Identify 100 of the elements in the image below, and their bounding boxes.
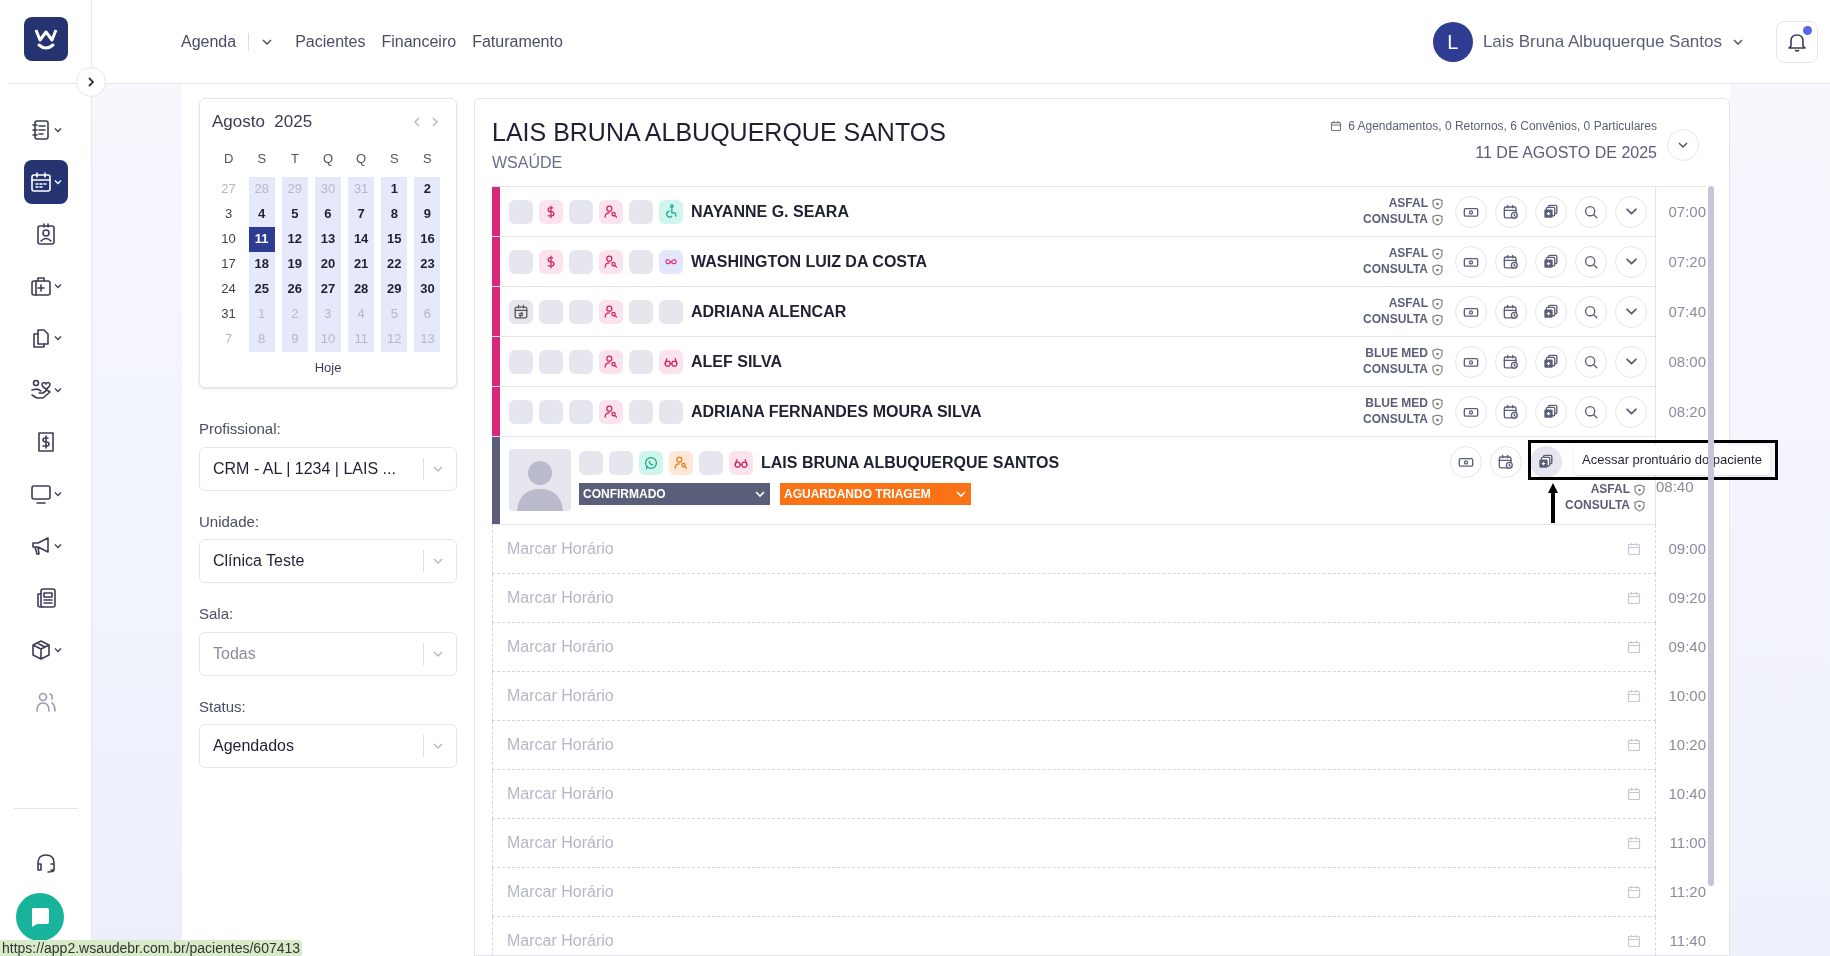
search-button[interactable] [1575,295,1607,328]
chevron-down-icon [1625,408,1637,415]
calendar-day[interactable]: 1 [381,176,408,202]
schedule-title: LAIS BRUNA ALBUQUERQUE SANTOS [492,117,946,147]
search-button[interactable] [1575,395,1607,428]
calendar-day[interactable]: 12 [281,226,308,252]
calendar-day[interactable]: 30 [414,276,441,302]
calendar-day[interactable]: 3 [215,201,242,227]
payment-button[interactable] [1455,345,1487,378]
insurance-label: ASFAL [1388,196,1428,211]
expand-button[interactable] [1615,245,1647,278]
calendar-day[interactable]: 8 [381,201,408,227]
nav-link[interactable]: Financeiro [381,29,457,54]
calendar-day[interactable]: 28 [348,276,375,302]
nav-link[interactable]: Agenda [181,29,237,54]
calendar-day[interactable]: 24 [215,276,242,302]
today-button[interactable]: Hoje [314,357,342,377]
medical-record-button[interactable] [1535,295,1567,328]
patient-name[interactable]: NAYANNE G. SEARA [691,199,1364,224]
medical-record-button[interactable] [1535,245,1567,278]
select-field[interactable]: Clínica Teste [199,539,457,583]
appointment-row[interactable]: ADRIANA FERNANDES MOURA SILVA BLUE MED CONSULTA [492,387,1656,437]
notification-button[interactable] [1776,20,1818,63]
calendar-day[interactable]: 4 [248,201,275,227]
patient-name[interactable]: ADRIANA FERNANDES MOURA SILVA [691,399,1364,424]
chat-button[interactable] [16,893,64,941]
appointment-row[interactable]: WASHINGTON LUIZ DA COSTA ASFAL CONSULTA [492,237,1656,287]
weekday-label: D [222,149,235,168]
search-button[interactable] [1575,345,1607,378]
calendar-day[interactable]: 18 [248,251,275,277]
payment-button[interactable] [1455,295,1487,328]
calendar-day[interactable]: 31 [215,301,242,327]
reschedule-button[interactable] [1495,245,1527,278]
payment-button[interactable] [1455,245,1487,278]
nav-link[interactable]: Faturamento [472,29,563,54]
nav-link[interactable]: Pacientes [295,29,366,54]
status-dropdown[interactable]: CONFIRMADO [579,483,770,505]
payment-button[interactable] [1455,195,1487,228]
calendar-day[interactable]: 6 [315,201,341,227]
patient-name[interactable]: ADRIANA ALENCAR [691,299,1364,324]
scrollbar[interactable] [1708,186,1714,886]
calendar-day[interactable]: 14 [348,226,375,252]
reschedule-button[interactable] [1495,395,1527,428]
appointment-row[interactable]: ALEF SILVA BLUE MED CONSULTA [492,337,1656,387]
reschedule-button[interactable] [1495,345,1527,378]
patient-name[interactable]: ALEF SILVA [691,349,1364,374]
medical-record-button[interactable] [1535,395,1567,428]
calendar-day[interactable]: 5 [281,201,308,227]
calendar-day[interactable]: 15 [381,226,408,252]
appointment-row[interactable]: NAYANNE G. SEARA ASFAL CONSULTA [492,187,1656,237]
sidebar-item[interactable] [23,160,68,204]
calendar-day[interactable]: 21 [348,251,375,277]
reschedule-button[interactable] [1495,295,1527,328]
expand-button[interactable] [1615,395,1647,428]
calendar-day[interactable]: 10 [215,226,242,252]
calendar-day[interactable]: 13 [315,226,341,252]
time-label: 11:40 [1668,931,1706,952]
payment-button[interactable] [1455,395,1487,428]
expand-sidebar-button[interactable] [76,67,106,97]
calendar-day[interactable]: 29 [381,276,408,302]
calendar-day[interactable]: 25 [248,276,275,302]
medical-record-button[interactable] [1535,195,1567,228]
appointment-row[interactable]: ADRIANA ALENCAR ASFAL CONSULTA [492,287,1656,337]
calendar-day[interactable]: 27 [315,276,341,302]
app-logo[interactable] [23,17,68,61]
empty-flag [579,451,603,475]
calendar-day[interactable]: 7 [348,201,375,227]
reschedule-button[interactable] [1490,446,1522,478]
patient-name[interactable]: WASHINGTON LUIZ DA COSTA [691,249,1364,274]
shield-icon [1432,247,1443,260]
calendar-day[interactable]: 11 [248,226,275,252]
pointer-arrow [1546,481,1560,523]
patient-name[interactable]: LAIS BRUNA ALBUQUERQUE SANTOS [761,451,1060,475]
calendar-day[interactable]: 20 [315,251,341,277]
calendar-day[interactable]: 16 [414,226,441,252]
medical-record-button[interactable] [1530,446,1562,478]
reschedule-button[interactable] [1495,195,1527,228]
calendar-day[interactable]: 9 [414,201,441,227]
time-label: 08:20 [1667,401,1706,422]
select-field[interactable]: CRM - AL | 1234 | LAIS ... [199,446,457,491]
insurance-label: ASFAL [1590,482,1630,497]
time-label: 08:40 [1656,478,1694,495]
calendar-month: Agosto 2025 [212,111,313,133]
calendar-day[interactable]: 2 [414,176,441,202]
calendar-day[interactable]: 22 [381,251,408,277]
select-field[interactable]: Agendados [199,724,457,768]
expand-button[interactable] [1615,295,1647,328]
shield-icon [1432,413,1443,426]
payment-button[interactable] [1450,446,1482,478]
user-name[interactable]: Lais Bruna Albuquerque Santos [1482,28,1722,55]
insurance-label: BLUE MED [1365,396,1428,411]
calendar-day[interactable]: 19 [281,251,308,277]
calendar-day[interactable]: 17 [215,251,242,277]
calendar-day[interactable]: 26 [281,276,308,302]
calendar-day[interactable]: 23 [414,251,441,277]
search-button[interactable] [1575,195,1607,228]
medical-record-button[interactable] [1535,345,1567,378]
search-button[interactable] [1575,245,1607,278]
expand-button[interactable] [1615,345,1647,378]
expand-button[interactable] [1615,195,1647,228]
